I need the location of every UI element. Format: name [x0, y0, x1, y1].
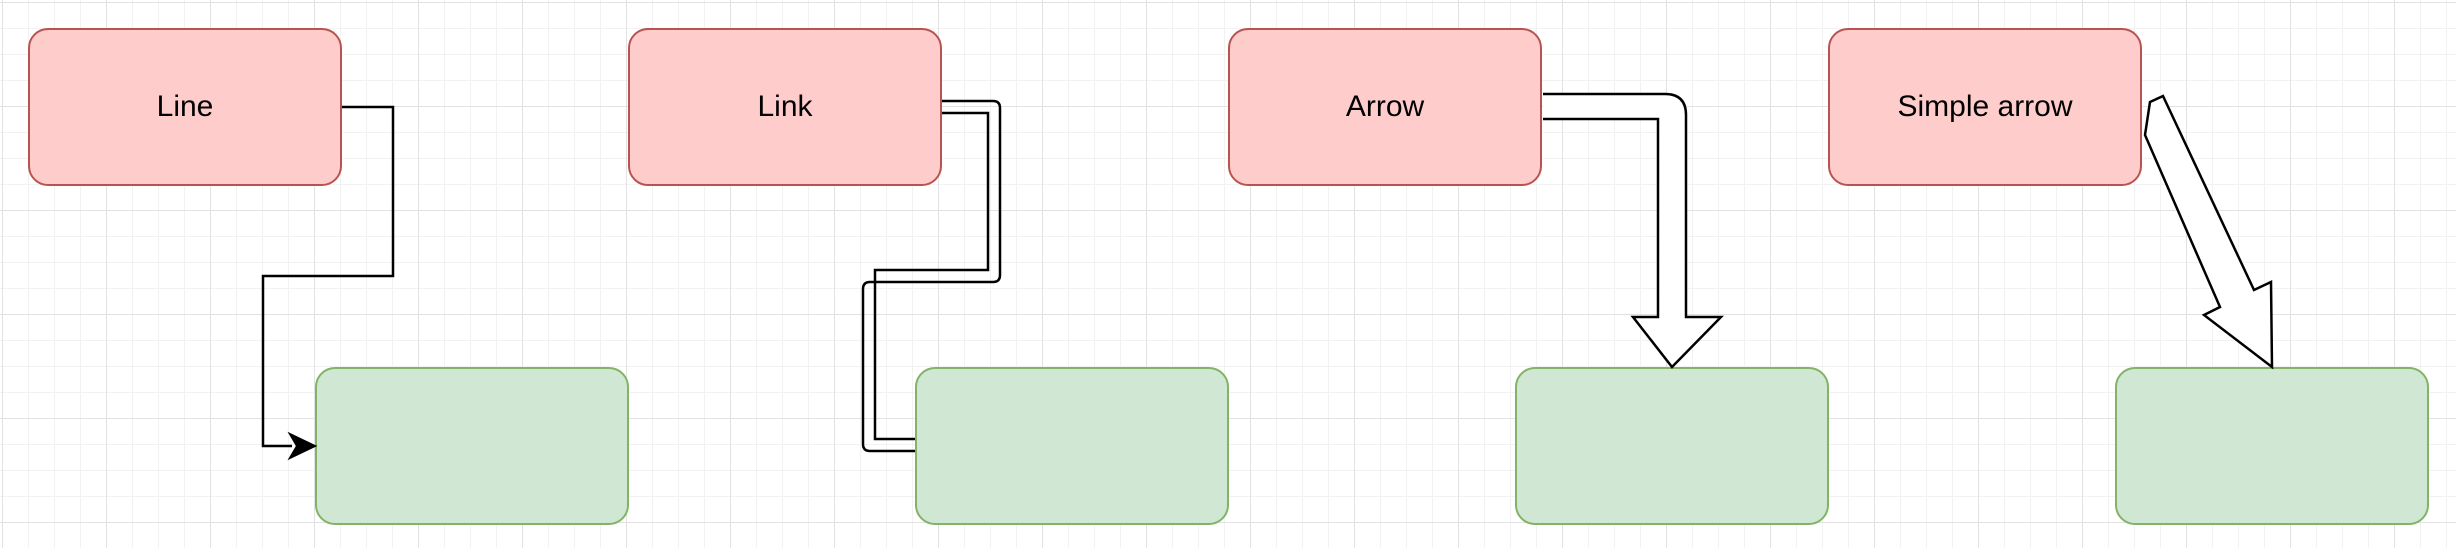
- source-label-simple-arrow: Simple arrow: [1897, 90, 2073, 123]
- source-label-line: Line: [156, 90, 214, 123]
- source-label-link: Link: [757, 90, 813, 123]
- source-label-arrow: Arrow: [1345, 90, 1425, 123]
- edge-simple-arrow-shape[interactable]: [2143, 94, 2274, 370]
- source-box-link[interactable]: Link: [628, 28, 942, 186]
- edge-arrow[interactable]: [1543, 92, 1724, 369]
- target-box-link[interactable]: [915, 367, 1229, 525]
- source-box-line[interactable]: Line: [28, 28, 342, 186]
- target-box-simple-arrow[interactable]: [2115, 367, 2429, 525]
- edge-simple-arrow[interactable]: [2143, 94, 2274, 370]
- edge-arrow-shape[interactable]: [1543, 92, 1724, 369]
- source-box-simple-arrow[interactable]: Simple arrow: [1828, 28, 2142, 186]
- source-box-arrow[interactable]: Arrow: [1228, 28, 1542, 186]
- target-box-arrow[interactable]: [1515, 367, 1829, 525]
- edge-line-arrowhead: [287, 431, 318, 461]
- target-box-line[interactable]: [315, 367, 629, 525]
